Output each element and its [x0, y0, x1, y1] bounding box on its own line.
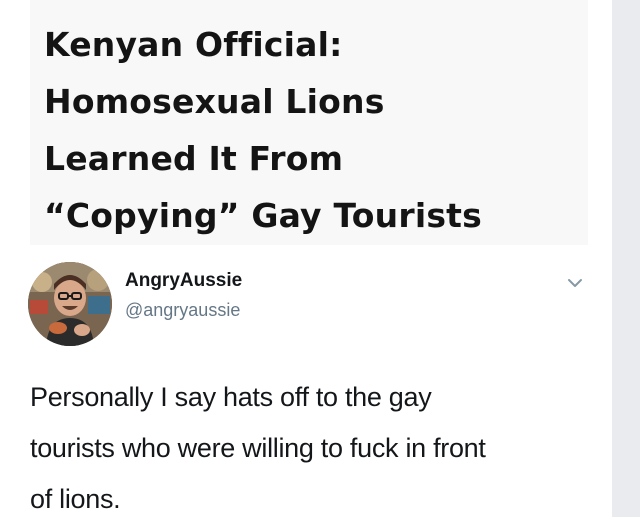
tweet-body-line: tourists who were willing to fuck in fro… — [30, 433, 486, 463]
article-headline: Kenyan Official: Homosexual Lions Learne… — [44, 16, 584, 244]
headline-line: “Copying” Gay Tourists — [44, 196, 482, 235]
avatar-photo-icon — [28, 262, 112, 346]
tweet-body: Personally I say hats off to the gay tou… — [30, 372, 600, 525]
tweet-handle[interactable]: @angryaussie — [125, 300, 240, 321]
tweet-display-name[interactable]: AngryAussie — [125, 270, 242, 292]
headline-line: Learned It From — [44, 139, 344, 178]
tweet-body-line: Personally I say hats off to the gay — [30, 382, 432, 412]
headline-line: Homosexual Lions — [44, 82, 385, 121]
tweet-body-line: of lions. — [30, 484, 121, 514]
headline-line: Kenyan Official: — [44, 25, 343, 64]
user-avatar[interactable] — [28, 262, 112, 346]
page-side-margin — [612, 0, 640, 517]
chevron-down-icon[interactable] — [566, 276, 584, 290]
